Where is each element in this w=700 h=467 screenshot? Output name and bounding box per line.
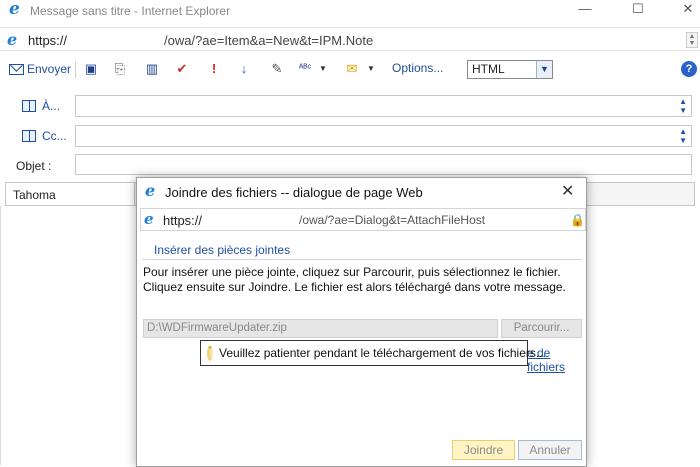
close-window-button[interactable]: ✕ <box>665 0 700 20</box>
ie-page-icon: e <box>7 30 18 49</box>
cc-label: Cc... <box>42 129 67 143</box>
spinner-icon <box>207 345 213 361</box>
signature-icon[interactable]: ✎ <box>268 60 286 78</box>
scroll-arrows-icon[interactable]: ▲ ▼ <box>679 127 687 145</box>
address-book-icon <box>22 100 36 112</box>
attach-icon[interactable]: ⎘ <box>111 60 129 78</box>
dialog-title: Joindre des fichiers -- dialogue de page… <box>165 185 423 200</box>
minimize-button[interactable]: — <box>562 0 608 20</box>
address-book-icon <box>22 130 36 142</box>
lock-icon: 🔒 <box>570 213 585 227</box>
format-select[interactable]: HTML ▼ <box>467 60 553 79</box>
spell-check-dropdown-icon[interactable]: ▼ <box>314 60 332 78</box>
toolbar-separator <box>75 62 76 78</box>
importance-high-icon[interactable]: ! <box>205 60 223 78</box>
help-icon[interactable]: ? <box>681 61 697 77</box>
window-title: Message sans titre - Internet Explorer <box>30 4 231 18</box>
upload-progress-box: Veuillez patienter pendant le télécharge… <box>200 340 546 366</box>
to-label: À... <box>42 99 61 113</box>
check-names-icon[interactable]: ✔ <box>173 60 191 78</box>
address-scroll-icon[interactable]: ▲ ▼ <box>686 32 698 48</box>
dialog-title-bar: e Joindre des fichiers -- dialogue de pa… <box>137 178 586 204</box>
cc-button[interactable]: Cc... <box>22 129 67 143</box>
spell-check-icon[interactable]: ᴬᴮᶜ <box>296 60 314 78</box>
file-path-input[interactable]: D:\WDFirmwareUpdater.zip <box>143 319 498 338</box>
ie-page-icon: e <box>144 210 154 228</box>
subject-label: Objet : <box>16 159 52 173</box>
cc-field[interactable]: ▲ ▼ <box>75 125 692 147</box>
to-button[interactable]: À... <box>22 99 60 113</box>
to-field[interactable]: ▲ ▼ <box>75 95 692 117</box>
section-title: Insérer des pièces jointes <box>154 243 291 257</box>
attach-files-dialog: e Joindre des fichiers -- dialogue de pa… <box>136 177 587 467</box>
font-select[interactable]: Tahoma <box>5 182 135 206</box>
maximize-button[interactable]: ☐ <box>615 0 661 20</box>
address-path: /owa/?ae=Item&a=New&t=IPM.Note <box>164 33 374 48</box>
send-button[interactable]: Envoyer <box>6 59 74 79</box>
importance-low-icon[interactable]: ↓ <box>235 60 253 78</box>
address-scheme: https:// <box>28 33 68 48</box>
ie-logo-icon: e <box>145 181 156 200</box>
dialog-address-scheme: https:// <box>163 213 203 228</box>
dialog-address-path: /owa/?ae=Dialog&t=AttachFileHost <box>299 213 486 227</box>
section-divider <box>142 259 582 260</box>
address-book-icon[interactable]: ▥ <box>143 60 161 78</box>
flag-icon[interactable]: ✉ <box>343 60 361 78</box>
chevron-down-icon: ▼ <box>536 61 552 78</box>
save-icon[interactable]: ▣ <box>82 60 100 78</box>
scroll-arrows-icon[interactable]: ▲ ▼ <box>679 97 687 115</box>
subject-field[interactable] <box>75 154 692 175</box>
flag-dropdown-icon[interactable]: ▼ <box>362 60 380 78</box>
browse-button[interactable]: Parcourir... <box>501 319 582 338</box>
dialog-address-bar: e https:// /owa/?ae=Dialog&t=AttachFileH… <box>140 208 586 231</box>
close-icon[interactable]: ✕ <box>561 181 574 201</box>
window-title-bar: e Message sans titre - Internet Explorer… <box>0 0 700 22</box>
options-button[interactable]: Options... <box>392 61 443 75</box>
wait-message: Veuillez patienter pendant le télécharge… <box>219 346 546 360</box>
attach-button[interactable]: Joindre <box>452 440 515 460</box>
envelope-icon <box>9 63 24 75</box>
cancel-button[interactable]: Annuler <box>518 440 582 460</box>
send-label: Envoyer <box>27 62 72 76</box>
instructions-text: Pour insérer une pièce jointe, cliquez s… <box>143 265 566 294</box>
address-bar[interactable]: e https:// /owa/?ae=Item&a=New&t=IPM.Not… <box>0 27 700 51</box>
ie-logo-icon: e <box>9 0 20 19</box>
format-value: HTML <box>472 62 505 76</box>
